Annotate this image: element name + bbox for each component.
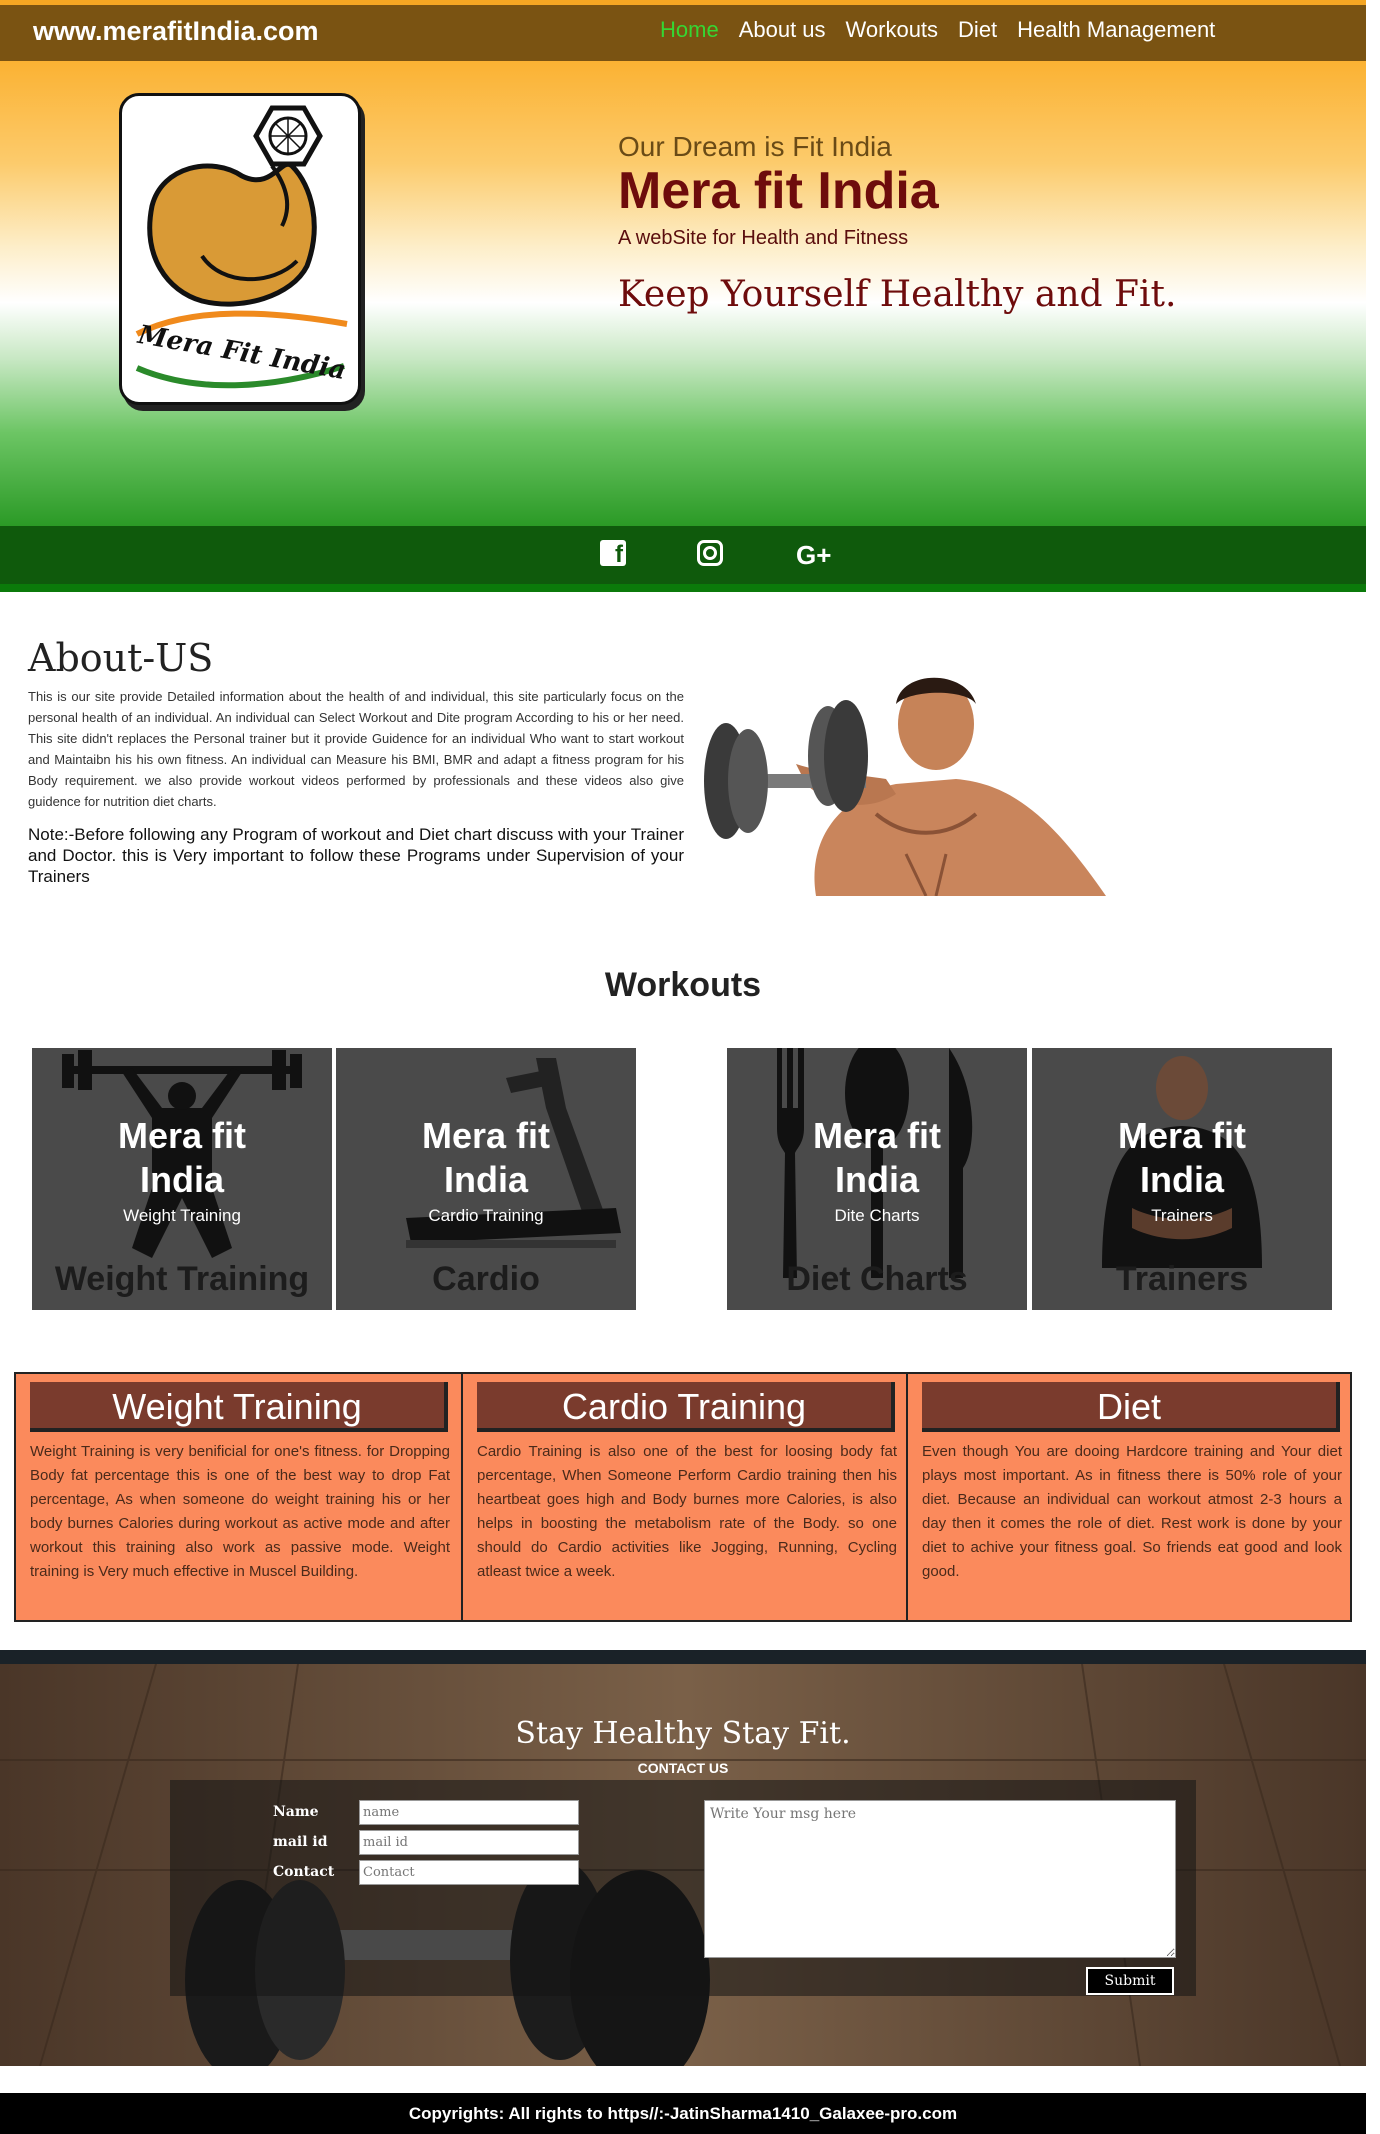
panel-cardio-training: Cardio Training Cardio Training is also … [461, 1374, 906, 1620]
tile-brand-line2: India [443, 1159, 528, 1200]
name-label: Name [273, 1804, 319, 1820]
message-textarea[interactable] [704, 1800, 1176, 1958]
contact-input[interactable] [359, 1860, 579, 1885]
workout-tile-trainers[interactable]: Mera fit India Trainers Trainers [1032, 1048, 1332, 1310]
tile-subtitle: Weight Training [123, 1206, 241, 1225]
panel-heading: Weight Training [30, 1382, 448, 1432]
top-navbar: www.merafitIndia.com Home About us Worko… [0, 0, 1366, 61]
panel-weight-training: Weight Training Weight Training is very … [16, 1374, 461, 1620]
hero-text-block: Our Dream is Fit India Mera fit India A … [618, 131, 1176, 315]
facebook-icon[interactable]: f [600, 540, 626, 568]
facebook-glyph: f [615, 541, 623, 568]
tile-brand: Mera fit India [336, 1114, 636, 1202]
panel-diet: Diet Even though You are dooing Hardcore… [906, 1374, 1351, 1620]
site-brand[interactable]: www.merafitIndia.com [33, 16, 319, 47]
hero-tagline: Our Dream is Fit India [618, 131, 892, 162]
contact-top-edge [0, 1650, 1366, 1664]
panel-text: Even though You are dooing Hardcore trai… [922, 1443, 1342, 1580]
workout-tile-cardio[interactable]: Mera fit India Cardio Training Cardio [336, 1048, 636, 1310]
panel-text: Weight Training is very benificial for o… [30, 1443, 450, 1580]
tile-caption: Trainers [1115, 1260, 1249, 1298]
nav-link-health-management[interactable]: Health Management [1017, 17, 1215, 43]
google-plus-icon[interactable]: G+ [796, 540, 831, 571]
hero-subtitle: A webSite for Health and Fitness [618, 227, 909, 249]
instagram-glyph [703, 546, 717, 560]
mail-label: mail id [273, 1834, 328, 1850]
dumbbell-man-image [704, 677, 1106, 896]
mail-input[interactable] [359, 1830, 579, 1855]
nav-link-diet[interactable]: Diet [958, 17, 997, 43]
workout-tile-weight-training[interactable]: Mera fit India Weight Training Weight Tra… [32, 1048, 332, 1310]
nav-link-about[interactable]: About us [739, 17, 826, 43]
social-bar: f G+ [0, 526, 1366, 592]
tile-brand: Mera fit India [1032, 1114, 1332, 1202]
tile-subtitle: Cardio Training [428, 1206, 544, 1225]
tile-caption: Weight Training [54, 1260, 310, 1298]
panel-heading: Cardio Training [477, 1382, 895, 1432]
contact-label: Contact [273, 1864, 335, 1880]
tile-brand-line2: India [139, 1159, 224, 1200]
footer-copyright: Copyrights: All rights to https//:-Jatin… [0, 2093, 1366, 2134]
tile-brand-line1: Mera fit [812, 1115, 942, 1156]
contact-title: Stay Healthy Stay Fit. [515, 1716, 851, 1751]
instagram-icon[interactable] [697, 540, 723, 566]
tile-subtitle: Trainers [1151, 1206, 1213, 1225]
about-note: Note:-Before following any Program of wo… [28, 825, 684, 886]
hero-slogan: Keep Yourself Healthy and Fit. [618, 274, 1177, 315]
panel-text: Cardio Training is also one of the best … [477, 1443, 897, 1580]
info-panels: Weight Training Weight Training is very … [14, 1372, 1352, 1622]
hero-banner: Mera Fit India Our Dream is Fit India Me… [0, 61, 1366, 526]
name-input[interactable] [359, 1800, 579, 1825]
tile-brand: Mera fit India [32, 1114, 332, 1202]
contact-form: Name mail id Contact Submit [170, 1780, 1196, 1996]
tile-brand-line1: Mera fit [1117, 1115, 1247, 1156]
tile-brand: Mera fit India [727, 1114, 1027, 1202]
tile-brand-line1: Mera fit [117, 1115, 247, 1156]
contact-subtitle: CONTACT US [637, 1760, 729, 1776]
site-logo: Mera Fit India [119, 93, 361, 405]
tile-caption: Cardio [432, 1260, 540, 1298]
submit-button[interactable]: Submit [1086, 1967, 1174, 1995]
contact-section: Stay Healthy Stay Fit. CONTACT US Name m… [0, 1650, 1366, 2066]
tile-caption: Diet Charts [786, 1260, 968, 1298]
about-title: About-US [28, 636, 214, 680]
tile-brand-line1: Mera fit [421, 1115, 551, 1156]
workout-tile-diet-charts[interactable]: Mera fit India Dite Charts Diet Charts [727, 1048, 1027, 1310]
nav-link-home[interactable]: Home [660, 17, 719, 43]
hero-title: Mera fit India [618, 162, 939, 220]
panel-heading: Diet [922, 1382, 1340, 1432]
workouts-title: Workouts [604, 966, 762, 1004]
tile-subtitle: Dite Charts [834, 1206, 920, 1225]
nav-menu: Home About us Workouts Diet Health Manag… [660, 17, 1235, 43]
about-paragraph: This is our site provide Detailed inform… [28, 689, 684, 809]
nav-link-workouts[interactable]: Workouts [846, 17, 939, 43]
tile-brand-line2: India [1139, 1159, 1224, 1200]
tile-brand-line2: India [834, 1159, 919, 1200]
